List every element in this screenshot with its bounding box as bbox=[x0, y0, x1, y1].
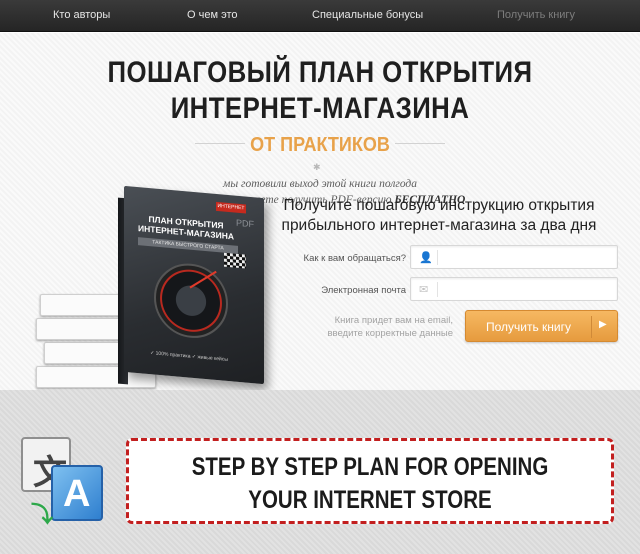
translation-banner: STEP BY STEP PLAN FOR OPENING YOUR INTER… bbox=[126, 438, 614, 524]
name-field[interactable]: 👤 bbox=[410, 245, 618, 269]
email-field-label: Электронная почта bbox=[321, 285, 406, 296]
email-hint-line-1: Книга придет вам на email, bbox=[334, 315, 453, 326]
get-book-button-label: Получить книгу bbox=[485, 320, 572, 334]
page-title: ПОШАГОВЫЙ ПЛАН ОТКРЫТИЯ ИНТЕРНЕТ-МАГАЗИН… bbox=[45, 55, 595, 127]
page-title-line-1: ПОШАГОВЫЙ ПЛАН ОТКРЫТИЯ bbox=[107, 56, 533, 89]
nav-item-get-book[interactable]: Получить книгу bbox=[497, 9, 575, 21]
translate-icon: 文 A ⤵ bbox=[21, 437, 109, 527]
subtitle-rule-right bbox=[395, 143, 445, 144]
translation-text: STEP BY STEP PLAN FOR OPENING YOUR INTER… bbox=[172, 451, 567, 517]
speedometer-icon bbox=[154, 260, 228, 341]
swap-arrow-icon: ⤵ bbox=[31, 502, 54, 527]
play-arrow-icon: ▶ bbox=[599, 319, 607, 330]
email-hint: Книга придет вам на email, введите корре… bbox=[295, 314, 453, 340]
page-title-line-2: ИНТЕРНЕТ-МАГАЗИНА bbox=[170, 92, 470, 125]
intro-line-1: мы готовили выход этой книги полгода bbox=[223, 178, 417, 190]
user-icon: 👤 bbox=[419, 252, 433, 264]
input-divider bbox=[437, 250, 438, 265]
nav-item-about[interactable]: О чем это bbox=[187, 9, 237, 21]
translate-target-card: A bbox=[51, 465, 103, 521]
translation-line-2: YOUR INTERNET STORE bbox=[248, 486, 492, 514]
latin-glyph: A bbox=[63, 473, 91, 515]
email-hint-line-2: введите корректные данные bbox=[327, 328, 453, 339]
nav-item-authors[interactable]: Кто авторы bbox=[53, 9, 110, 21]
book-badge: ИНТЕРНЕТ bbox=[216, 201, 246, 214]
top-navigation: Кто авторы О чем это Специальные бонусы … bbox=[0, 0, 640, 32]
form-title-line-2: прибыльного интернет-магазина за два дня bbox=[281, 217, 597, 234]
page-subtitle: ОТ ПРАКТИКОВ bbox=[250, 134, 390, 156]
email-field[interactable]: ✉ bbox=[410, 277, 618, 301]
get-book-button[interactable]: Получить книгу ▶ bbox=[465, 310, 618, 342]
book-footer: ✓ 100% практика ✓ живые кейсы bbox=[150, 350, 228, 363]
input-divider bbox=[437, 282, 438, 297]
name-field-label: Как к вам обращаться? bbox=[303, 253, 406, 264]
form-title: Получите пошаговую инструкцию открытия п… bbox=[254, 196, 624, 236]
form-title-line-1: Получите пошаговую инструкцию открытия bbox=[283, 197, 595, 214]
button-divider bbox=[591, 316, 592, 338]
envelope-icon: ✉ bbox=[419, 284, 429, 296]
nav-item-bonuses[interactable]: Специальные бонусы bbox=[312, 9, 423, 21]
ornament-icon: ✱ bbox=[313, 162, 321, 172]
book-format-label: PDF bbox=[236, 217, 254, 230]
translation-line-1: STEP BY STEP PLAN FOR OPENING bbox=[191, 453, 549, 481]
